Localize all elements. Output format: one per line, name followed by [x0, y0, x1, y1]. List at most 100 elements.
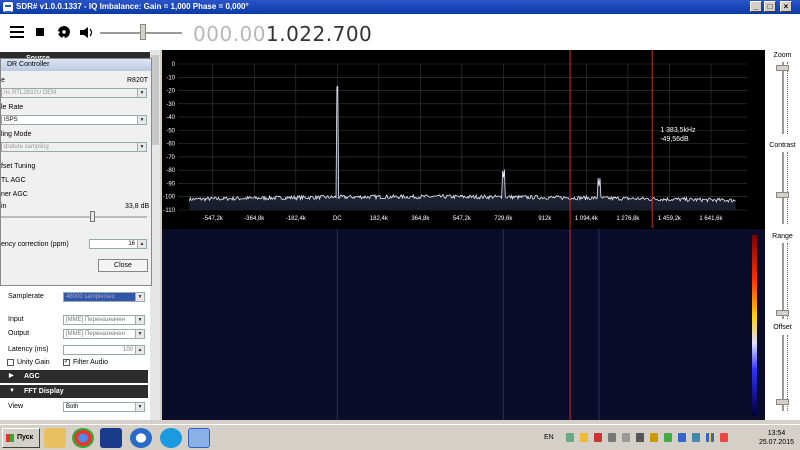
close-dialog-button[interactable]: Close	[98, 259, 148, 272]
update-icon[interactable]	[664, 433, 672, 442]
agc-header-label: AGC	[24, 373, 40, 380]
gain-slider-thumb[interactable]	[89, 211, 95, 222]
device-value: ric RTL2832U OEM	[4, 90, 57, 96]
bluetooth-icon[interactable]	[678, 433, 686, 442]
view-label: View	[8, 403, 24, 410]
waterfall-display[interactable]	[162, 229, 765, 420]
minimize-button[interactable]: _	[750, 1, 762, 12]
title-bar: SDR# v1.0.0.1337 - IQ Imbalance: Gain = …	[0, 0, 800, 14]
start-button[interactable]: Пуск	[2, 428, 40, 448]
y-tick-label: -30	[166, 102, 175, 108]
battery-icon[interactable]	[622, 433, 630, 442]
antivirus-icon[interactable]	[594, 433, 602, 442]
y-tick-label: -90	[166, 181, 175, 187]
rtl-agc-label[interactable]: TL AGC	[1, 177, 26, 184]
latency-value: 100	[122, 347, 133, 353]
view-dropdown[interactable]: Both ▼	[63, 402, 145, 412]
taskbar: Пуск EN 13:54 25.07.2015	[0, 424, 800, 450]
start-label: Пуск	[17, 434, 34, 441]
latency-stepper[interactable]: 100 ▲	[63, 345, 145, 355]
sampling-mode-dropdown[interactable]: drature sampling ▼	[1, 142, 147, 152]
frequency-display[interactable]: 000.001.022.700	[193, 22, 372, 46]
agc-section-header[interactable]: ▶ AGC	[0, 370, 148, 383]
speaker-icon[interactable]	[80, 27, 94, 38]
file-explorer-icon[interactable]	[44, 428, 66, 448]
y-tick-label: -80	[166, 168, 175, 174]
filter-audio-checkbox[interactable]: ✓	[63, 359, 70, 366]
toolbar: 000.001.022.700	[0, 14, 800, 50]
chevron-down-icon: ▼	[135, 316, 144, 324]
stepper-arrows-icon: ▲	[135, 346, 144, 354]
stop-icon[interactable]	[36, 28, 44, 36]
warning-icon[interactable]	[650, 433, 658, 442]
dialog-title[interactable]: DR Controller	[1, 59, 151, 71]
cursor-level-readout: -49,56dB	[660, 136, 689, 143]
maximize-button[interactable]: □	[764, 1, 776, 12]
spectrum-waterfall-area[interactable]: 0 -10 -20 -30 -40 -50 -60 -70 -80 -90 -100 -110 -547…	[162, 50, 765, 420]
samplerate-dropdown[interactable]: 48000 sample/sec ▼	[63, 292, 145, 302]
offset-tuning-label[interactable]: fset Tuning	[1, 163, 35, 170]
samplerate-label: Samplerate	[8, 293, 44, 300]
network-icon[interactable]	[566, 433, 574, 442]
skype-icon[interactable]	[160, 428, 182, 448]
frequency-digits-dim[interactable]: 000.00	[193, 22, 266, 46]
x-tick-label: 729,6k	[494, 216, 513, 222]
app-tray-icon[interactable]	[720, 433, 728, 442]
zoom-label: Zoom	[773, 52, 792, 59]
x-tick-label: 547,2k	[453, 216, 472, 222]
device-dropdown[interactable]: ric RTL2832U OEM ▼	[1, 88, 147, 98]
offset-slider-thumb[interactable]	[776, 399, 789, 406]
x-tick-label: 182,4k	[370, 216, 389, 222]
tuner-agc-label[interactable]: ner AGC	[1, 191, 28, 198]
spectrum-analyzer[interactable]: 0 -10 -20 -30 -40 -50 -60 -70 -80 -90 -100 -110 -547…	[162, 50, 765, 228]
sampling-mode-label: ling Mode	[1, 131, 32, 138]
tuner-model: R820T	[127, 77, 149, 84]
samplerate-value: 48000 sample/sec	[66, 294, 115, 300]
volume-slider-thumb[interactable]	[140, 24, 146, 40]
hamburger-icon[interactable]	[10, 26, 24, 38]
close-window-button[interactable]: ×	[780, 1, 792, 12]
y-tick-label: -100	[163, 195, 176, 201]
contrast-slider-thumb[interactable]	[776, 191, 789, 198]
gain-slider-track[interactable]	[1, 216, 147, 218]
left-panel-scroll-thumb[interactable]	[151, 55, 159, 145]
waterfall-background	[162, 229, 765, 420]
shield-icon[interactable]	[580, 433, 588, 442]
monitor-icon[interactable]	[692, 433, 700, 442]
unity-gain-checkbox[interactable]	[7, 359, 14, 366]
waterfall-color-scale	[752, 235, 757, 415]
flag-icon[interactable]	[706, 433, 714, 442]
input-dropdown[interactable]: [MME] Переназначен ▼	[63, 315, 145, 325]
zoom-slider-track[interactable]	[782, 62, 784, 134]
contrast-label: Contrast	[769, 142, 796, 149]
network-app-icon[interactable]	[130, 428, 152, 448]
sample-rate-value: ISPS	[4, 117, 18, 123]
latency-label: Latency (ms)	[8, 346, 49, 353]
disk-icon[interactable]	[608, 433, 616, 442]
chrome-icon[interactable]	[72, 428, 94, 448]
fft-section-header[interactable]: ▼ FFT Display	[0, 385, 148, 398]
contrast-slider-ticks	[787, 152, 790, 224]
frequency-digits[interactable]: 1.022.700	[266, 22, 372, 46]
zyxel-icon[interactable]	[100, 428, 122, 448]
sample-rate-dropdown[interactable]: ISPS ▼	[1, 115, 147, 125]
clock[interactable]: 13:54 25.07.2015	[759, 429, 794, 447]
chevron-down-icon: ▼	[137, 143, 146, 151]
sdrsharp-taskbar-icon[interactable]	[188, 428, 210, 448]
sdrsharp-window: SDR# v1.0.0.1337 - IQ Imbalance: Gain = …	[0, 0, 800, 450]
output-dropdown[interactable]: [MME] Переназначен ▼	[63, 329, 145, 339]
x-tick-label: 364,8k	[411, 216, 430, 222]
gear-icon[interactable]	[58, 26, 70, 38]
language-indicator[interactable]: EN	[544, 434, 554, 441]
volume-icon[interactable]	[636, 433, 644, 442]
zoom-slider-thumb[interactable]	[776, 65, 789, 72]
window-title: SDR# v1.0.0.1337 - IQ Imbalance: Gain = …	[16, 2, 249, 11]
range-slider-thumb[interactable]	[776, 309, 789, 316]
sampling-mode-value: drature sampling	[4, 144, 49, 150]
range-slider-track[interactable]	[782, 243, 784, 319]
contrast-slider-track[interactable]	[782, 152, 784, 224]
chevron-down-icon: ▼	[135, 330, 144, 338]
ppm-correction-stepper[interactable]: 16 ▲	[89, 239, 147, 249]
input-value: [MME] Переназначен	[66, 317, 125, 323]
input-label: Input	[8, 316, 24, 323]
